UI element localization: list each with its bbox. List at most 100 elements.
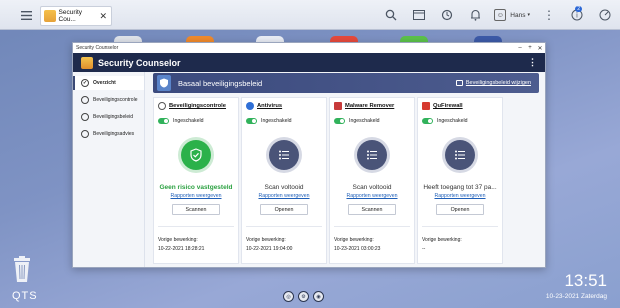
security-counselor-window: Security Counselor – + ✕ Security Counse… <box>72 42 546 268</box>
view-reports-link[interactable]: Rapporten weergeven <box>418 193 502 199</box>
report-list-icon <box>269 140 299 170</box>
last-operation-value: -- <box>422 246 426 252</box>
status-text: Scan voltooid <box>264 184 304 191</box>
taskbar-tab-title: Security Cou... <box>58 9 82 23</box>
toggle-label: Ingeschakeld <box>437 118 468 124</box>
enabled-toggle[interactable] <box>422 118 433 124</box>
card-title-link[interactable]: Malware Remover <box>334 102 410 110</box>
policy-banner: Basaal beveiligingsbeleid Beveiligingsbe… <box>153 73 539 93</box>
bell-icon[interactable] <box>466 6 484 24</box>
status-text: Scan voltooid <box>352 184 392 191</box>
toggle-label: Ingeschakeld <box>261 118 292 124</box>
card-title: Antivirus <box>257 103 283 109</box>
edit-policy-link[interactable]: Beveiligingsbeleid wijzigen <box>455 80 531 86</box>
toggle-label: Ingeschakeld <box>173 118 204 124</box>
advice-icon <box>81 130 89 138</box>
main-content: Basaal beveiligingsbeleid Beveiligingsbe… <box>153 73 539 264</box>
taskbar-app-tab[interactable]: Security Cou... ✕ <box>40 6 112 26</box>
view-reports-link[interactable]: Rapporten weergeven <box>242 193 326 199</box>
report-list-icon <box>357 140 387 170</box>
trash-icon[interactable] <box>12 256 32 282</box>
antivirus-icon <box>246 102 254 110</box>
shield-check-icon <box>158 102 166 110</box>
sidebar-item-beveiligingscontrole[interactable]: Beveiligingscontrole <box>73 93 144 107</box>
view-reports-link[interactable]: Rapporten weergeven <box>154 193 238 199</box>
overview-icon: ✓ <box>81 79 89 87</box>
report-list-icon <box>445 140 475 170</box>
last-operation-value: 10-22-2021 19:04:00 <box>246 246 293 252</box>
last-operation-label: Vorige bewerking: <box>246 237 286 243</box>
security-counselor-icon <box>44 10 56 22</box>
close-icon[interactable]: ✕ <box>99 11 107 22</box>
card-title-link[interactable]: Beveiligingscontrole <box>158 102 234 110</box>
maximize-icon[interactable]: + <box>525 45 535 52</box>
last-operation-label: Vorige bewerking: <box>334 237 374 243</box>
app-title: Security Counselor <box>98 57 181 68</box>
chevron-down-icon: ▾ <box>527 12 530 18</box>
divider <box>422 226 498 227</box>
app-logo-icon <box>81 56 93 69</box>
sidebar-item-beveiligingsadvies[interactable]: Beveiligingsadvies <box>73 127 144 141</box>
sidebar: ✓ Overzicht Beveiligingscontrole Beveili… <box>73 72 145 267</box>
edit-policy-icon <box>455 80 463 86</box>
last-operation-value: 10-22-2021 18:28:21 <box>158 246 205 252</box>
shield-icon <box>157 75 171 91</box>
open-button[interactable]: Openen <box>436 204 484 215</box>
window-title: Security Counselor <box>76 45 119 51</box>
sidebar-item-overzicht[interactable]: ✓ Overzicht <box>73 76 144 90</box>
edit-policy-label: Beveiligingsbeleid wijzigen <box>465 80 531 86</box>
card-qufirewall: QuFirewall Ingeschakeld Heeft toegang to… <box>417 97 503 264</box>
last-operation-value: 10-23-2021 03:00:23 <box>334 246 381 252</box>
last-operation-label: Vorige bewerking: <box>422 237 462 243</box>
card-title: QuFirewall <box>433 103 463 109</box>
malware-remover-icon <box>334 102 342 110</box>
last-operation-label: Vorige bewerking: <box>158 237 198 243</box>
media-icon[interactable] <box>410 6 428 24</box>
search-icon[interactable] <box>382 6 400 24</box>
card-title-link[interactable]: Antivirus <box>246 102 322 110</box>
status-text: Heeft toegang tot 37 pa... <box>423 184 497 191</box>
open-button[interactable]: Openen <box>260 204 308 215</box>
qts-logo: QTS <box>12 290 38 302</box>
sidebar-item-beveiligingsbeleid[interactable]: Beveiligingsbeleid <box>73 110 144 124</box>
sidebar-item-label: Beveiligingsbeleid <box>93 114 134 120</box>
close-icon[interactable]: ✕ <box>535 45 545 52</box>
notification-badge: 2 <box>575 6 582 12</box>
background-tasks-icon[interactable] <box>438 6 456 24</box>
scan-button[interactable]: Scannen <box>348 204 396 215</box>
policy-title: Basaal beveiligingsbeleid <box>178 78 263 88</box>
card-malware-remover: Malware Remover Ingeschakeld Scan voltoo… <box>329 97 415 264</box>
enabled-toggle[interactable] <box>334 118 345 124</box>
scan-button[interactable]: Scannen <box>172 204 220 215</box>
enabled-toggle[interactable] <box>246 118 257 124</box>
toggle-label: Ingeschakeld <box>349 118 380 124</box>
dock-settings-icon[interactable]: ⚙ <box>298 291 309 302</box>
divider <box>158 226 234 227</box>
desktop-clock: 13:51 <box>564 271 607 290</box>
view-reports-link[interactable]: Rapporten weergeven <box>330 193 414 199</box>
main-menu-icon[interactable] <box>17 6 35 24</box>
svg-text:i: i <box>576 12 578 20</box>
security-cards: Beveiligingscontrole Ingeschakeld Geen r… <box>153 97 539 264</box>
card-beveiligingscontrole: Beveiligingscontrole Ingeschakeld Geen r… <box>153 97 239 264</box>
desktop-dock: ◎ ⚙ ◉ <box>283 291 324 302</box>
more-vertical-icon[interactable]: ⋮ <box>540 6 558 24</box>
card-title-link[interactable]: QuFirewall <box>422 102 498 110</box>
sidebar-item-label: Beveiligingsadvies <box>93 131 135 137</box>
shield-check-icon <box>81 96 89 104</box>
sidebar-item-label: Overzicht <box>93 80 116 86</box>
taskbar: Security Cou... ✕ ☺ Hans ▾ ⋮ i 2 <box>0 0 620 30</box>
firewall-icon <box>422 102 430 110</box>
enabled-toggle[interactable] <box>158 118 169 124</box>
user-menu[interactable]: ☺ Hans ▾ <box>494 9 530 21</box>
more-vertical-icon[interactable]: ⋮ <box>528 57 537 68</box>
card-title: Malware Remover <box>345 103 395 109</box>
status-shield-icon <box>181 140 211 170</box>
minimize-icon[interactable]: – <box>515 45 525 52</box>
dashboard-icon[interactable] <box>596 6 614 24</box>
dock-help-icon[interactable]: ◉ <box>313 291 324 302</box>
window-titlebar[interactable]: Security Counselor – + ✕ <box>73 43 545 53</box>
dock-zoom-icon[interactable]: ◎ <box>283 291 294 302</box>
sidebar-item-label: Beveiligingscontrole <box>93 97 138 103</box>
card-antivirus: Antivirus Ingeschakeld Scan voltooid Rap… <box>241 97 327 264</box>
